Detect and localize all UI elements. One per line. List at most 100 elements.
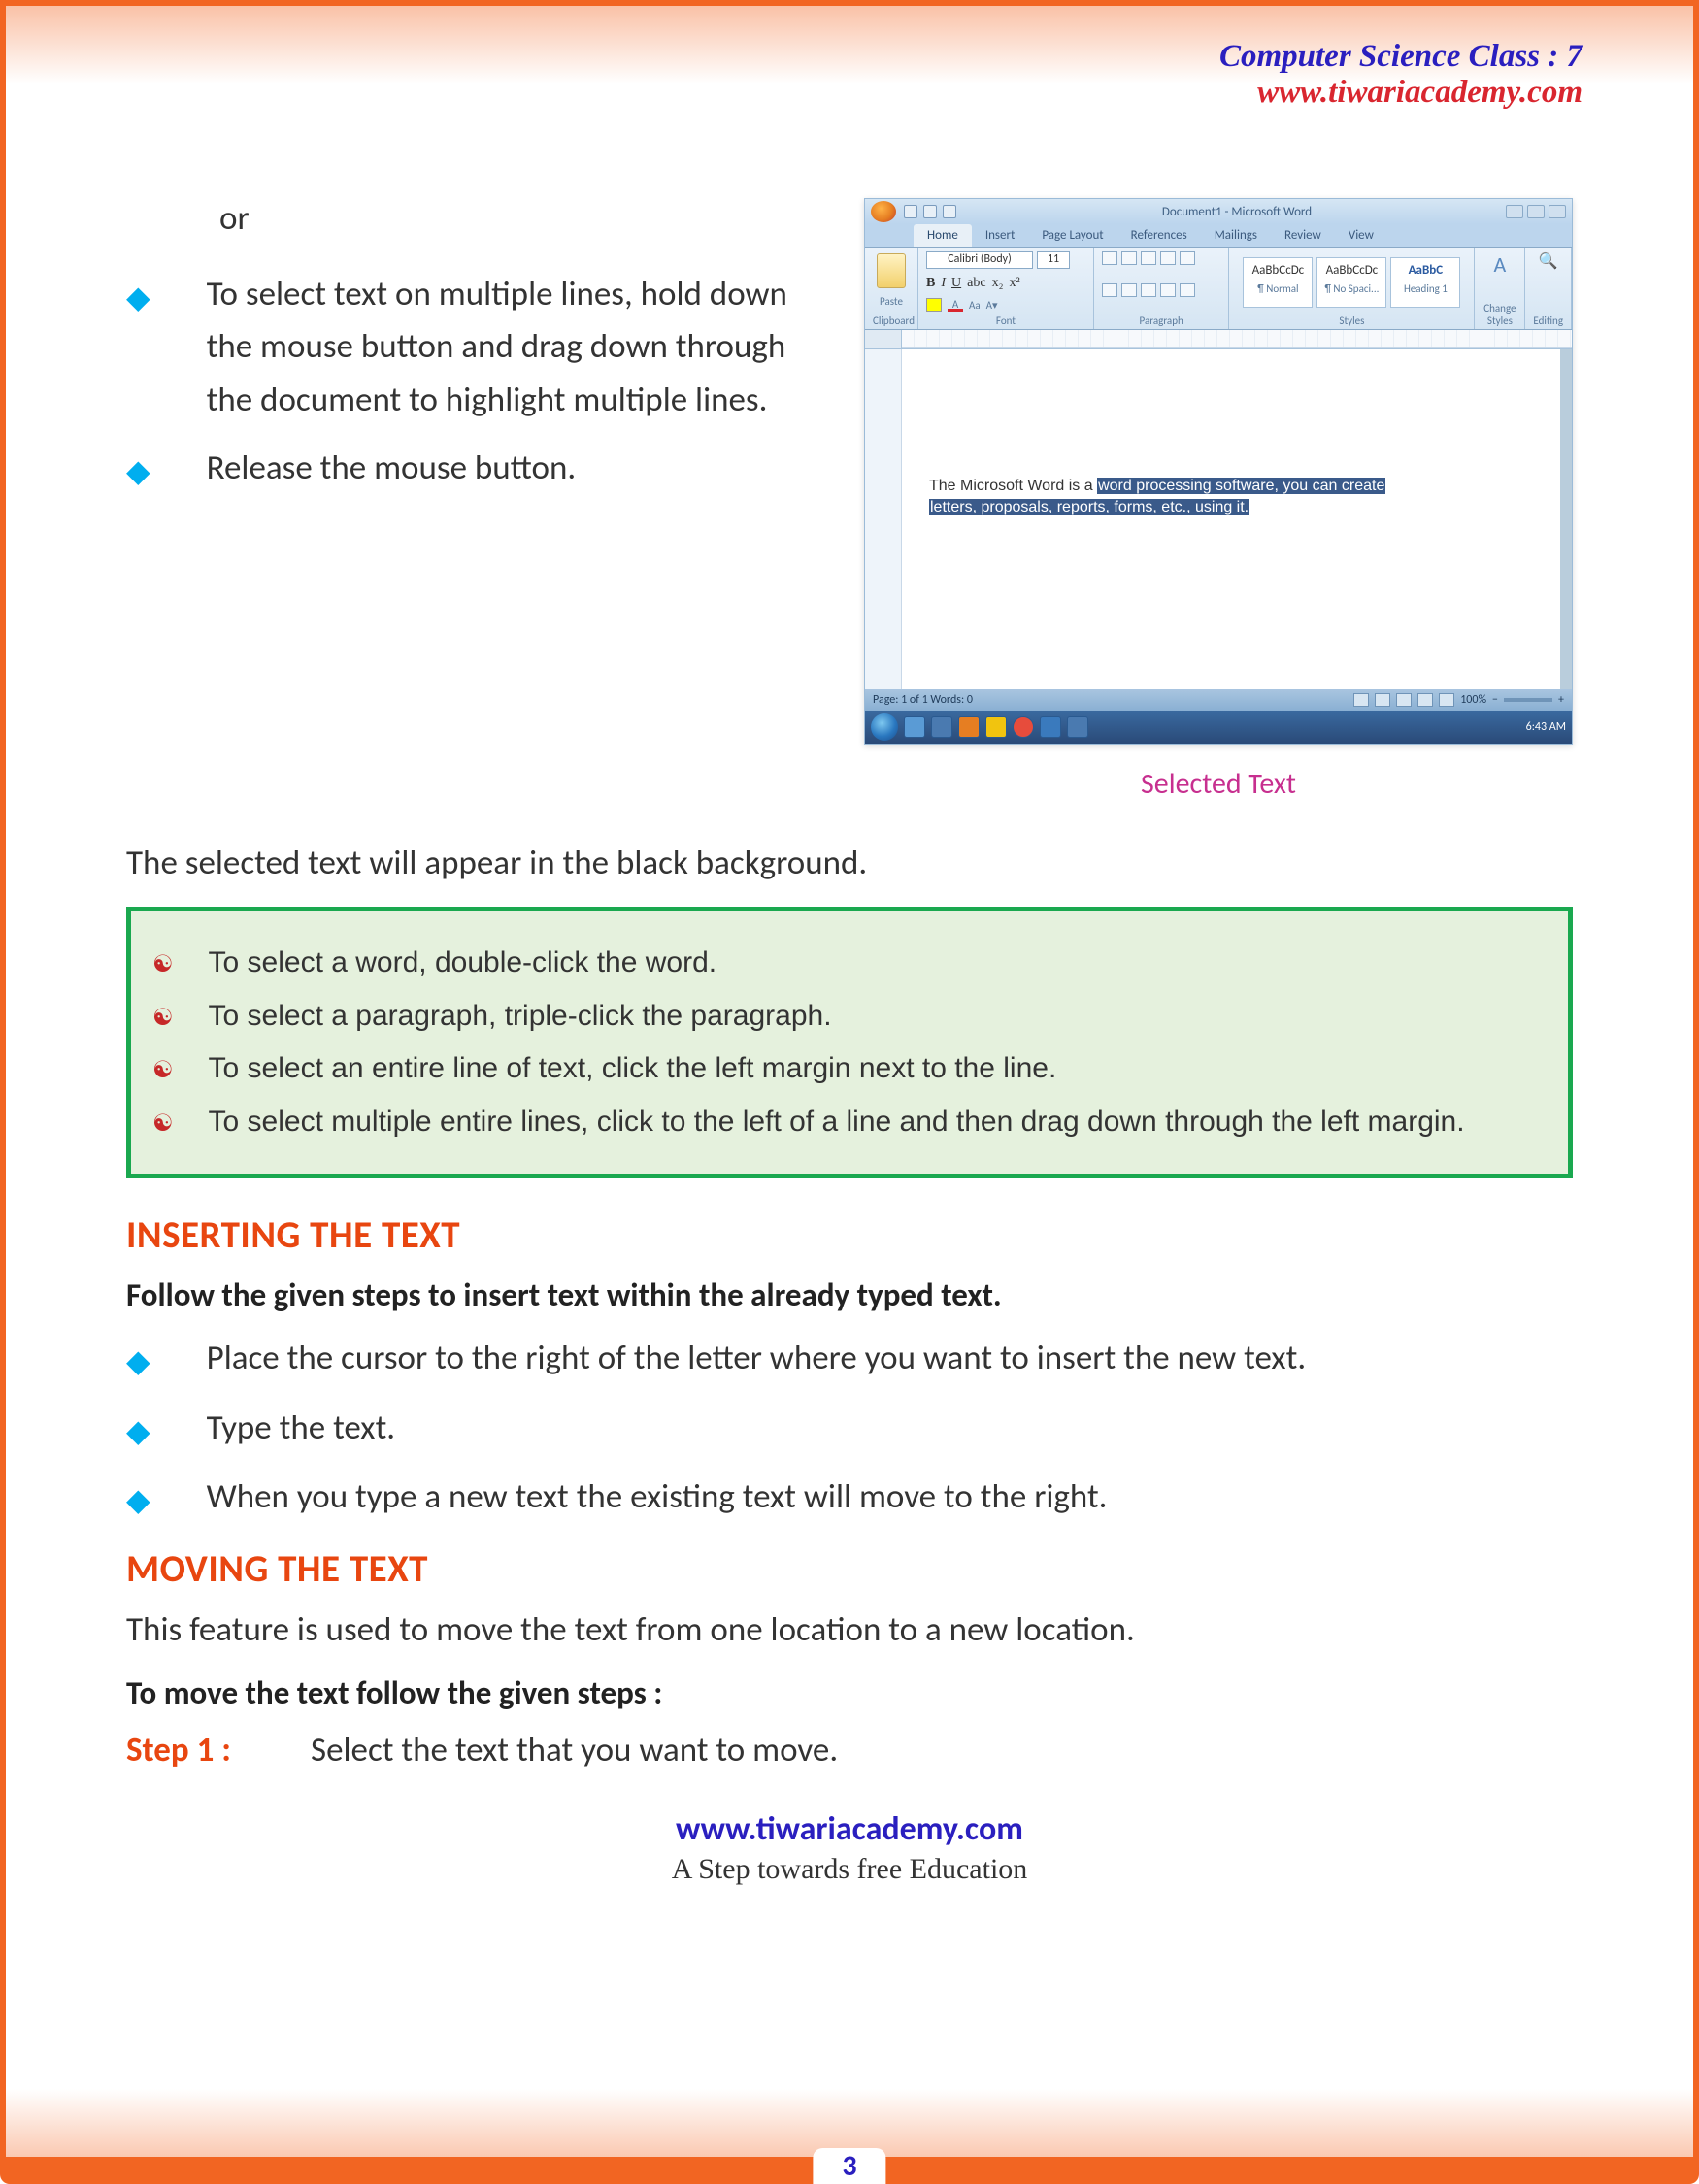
close-icon[interactable]: [1549, 205, 1566, 218]
word-icon[interactable]: [1040, 716, 1061, 738]
view-outline-icon[interactable]: [1417, 693, 1433, 707]
view-full-icon[interactable]: [1375, 693, 1390, 707]
document-area: The Microsoft Word is a word processing …: [865, 349, 1572, 689]
or-text: or: [219, 198, 835, 239]
section-heading-inserting: INSERTING THE TEXT: [126, 1212, 1573, 1258]
zoom-slider[interactable]: [1504, 698, 1552, 702]
italic-button[interactable]: I: [941, 276, 946, 291]
align-left-icon[interactable]: [1102, 283, 1117, 297]
bold-button[interactable]: B: [926, 276, 935, 291]
bullets-icon[interactable]: [1102, 251, 1117, 265]
document-page[interactable]: The Microsoft Word is a word processing …: [902, 349, 1560, 689]
change-styles-icon[interactable]: A: [1482, 251, 1516, 278]
font-style-row: B I U abc x₂ x²: [926, 276, 1085, 291]
class-title: Computer Science Class : 7: [126, 39, 1582, 75]
indent-dec-icon[interactable]: [1160, 251, 1176, 265]
office-button-icon[interactable]: [871, 201, 896, 222]
firefox-icon[interactable]: [958, 716, 980, 738]
font-color-icon[interactable]: A: [948, 298, 963, 312]
lead-text: Follow the given steps to insert text wi…: [126, 1275, 1573, 1314]
tip-item: ☯To select a word, double-click the word…: [152, 941, 1541, 986]
ribbon: Paste Clipboard Calibri (Body) 11 B I U …: [865, 248, 1572, 330]
group-change-styles[interactable]: A Change Styles: [1475, 248, 1525, 329]
superscript-button[interactable]: x²: [1009, 276, 1019, 291]
maximize-icon[interactable]: [1527, 205, 1545, 218]
tab-review[interactable]: Review: [1271, 224, 1335, 247]
paste-icon[interactable]: [877, 253, 906, 288]
align-center-icon[interactable]: [1121, 283, 1137, 297]
paragraph-text: The selected text will appear in the bla…: [126, 843, 1573, 883]
change-label: Change Styles: [1482, 302, 1516, 327]
status-left: Page: 1 of 1 Words: 0: [873, 693, 973, 707]
explorer-icon[interactable]: [931, 716, 952, 738]
start-button-icon[interactable]: [871, 713, 898, 741]
diamond-icon: ◆: [126, 1338, 150, 1386]
align-right-icon[interactable]: [1141, 283, 1156, 297]
page-number: 3: [813, 2148, 885, 2184]
ie-icon[interactable]: [904, 716, 925, 738]
style-nospacing[interactable]: AaBbCcDc¶ No Spaci...: [1316, 257, 1386, 308]
view-print-icon[interactable]: [1353, 693, 1369, 707]
subscript-button[interactable]: x₂: [992, 276, 1004, 291]
zoom-level: 100%: [1460, 693, 1486, 707]
multilevel-icon[interactable]: [1141, 251, 1156, 265]
tip-bullet-icon: ☯: [152, 1052, 174, 1088]
zoom-out-icon[interactable]: −: [1492, 693, 1498, 707]
clock: 6:43 AM: [1526, 720, 1566, 734]
tab-references[interactable]: References: [1117, 224, 1201, 247]
selected-text: word processing software, you can create: [1097, 478, 1385, 494]
tab-mailings[interactable]: Mailings: [1201, 224, 1271, 247]
bullet-text: To select text on multiple lines, hold d…: [207, 268, 835, 426]
chrome-icon[interactable]: [985, 716, 1007, 738]
right-column: Document1 - Microsoft Word Home Insert P…: [864, 198, 1573, 802]
zoom-in-icon[interactable]: +: [1558, 693, 1564, 707]
tip-item: ☯To select multiple entire lines, click …: [152, 1100, 1541, 1145]
window-buttons[interactable]: [1506, 205, 1566, 218]
section-heading-moving: MOVING THE TEXT: [126, 1546, 1573, 1592]
left-column: or ◆ To select text on multiple lines, h…: [126, 198, 835, 511]
list-item: ◆ To select text on multiple lines, hold…: [126, 268, 835, 426]
underline-button[interactable]: U: [951, 276, 961, 291]
style-heading1[interactable]: AaBbCHeading 1: [1390, 257, 1460, 308]
group-label: Styles: [1237, 314, 1466, 327]
numbering-icon[interactable]: [1121, 251, 1137, 265]
view-draft-icon[interactable]: [1439, 693, 1454, 707]
list-item: ◆When you type a new text the existing t…: [126, 1471, 1573, 1525]
font-name-combo[interactable]: Calibri (Body): [926, 251, 1033, 269]
figure-caption: Selected Text: [864, 766, 1573, 802]
view-web-icon[interactable]: [1396, 693, 1412, 707]
find-icon[interactable]: 🔍: [1533, 251, 1563, 271]
selected-text: letters, proposals, reports, forms, etc.…: [929, 499, 1249, 515]
group-paragraph: Paragraph: [1094, 248, 1229, 329]
step-text: Select the text that you want to move.: [311, 1730, 838, 1770]
tab-insert[interactable]: Insert: [972, 224, 1029, 247]
font-size-combo[interactable]: 11: [1037, 251, 1070, 269]
app-icon[interactable]: [1067, 716, 1088, 738]
list-item: ◆Place the cursor to the right of the le…: [126, 1332, 1573, 1386]
tip-bullet-icon: ☯: [152, 946, 174, 982]
group-label: Font: [926, 314, 1085, 327]
minimize-icon[interactable]: [1506, 205, 1523, 218]
tab-view[interactable]: View: [1335, 224, 1387, 247]
style-normal[interactable]: AaBbCcDc¶ Normal: [1243, 257, 1313, 308]
justify-icon[interactable]: [1160, 283, 1176, 297]
step-label: Step 1 :: [126, 1730, 311, 1770]
list-item: ◆ Release the mouse button.: [126, 442, 835, 496]
highlight-icon[interactable]: [926, 298, 942, 312]
line-spacing-icon[interactable]: [1180, 283, 1195, 297]
tab-page-layout[interactable]: Page Layout: [1028, 224, 1116, 247]
group-editing[interactable]: 🔍 Editing: [1525, 248, 1572, 329]
indent-inc-icon[interactable]: [1180, 251, 1195, 265]
bullet-text: Release the mouse button.: [207, 442, 835, 494]
group-clipboard: Paste Clipboard: [865, 248, 918, 329]
quick-access-toolbar[interactable]: [904, 205, 956, 218]
grow-font-icon[interactable]: Aa: [969, 299, 981, 312]
tip-item: ☯To select an entire line of text, click…: [152, 1046, 1541, 1092]
opera-icon[interactable]: [1013, 716, 1034, 738]
ribbon-tabs: Home Insert Page Layout References Maili…: [865, 224, 1572, 248]
case-icon[interactable]: A▾: [986, 299, 998, 312]
tab-home[interactable]: Home: [914, 224, 972, 247]
group-styles: AaBbCcDc¶ Normal AaBbCcDc¶ No Spaci... A…: [1229, 248, 1475, 329]
strike-button[interactable]: abc: [967, 276, 985, 291]
group-label: Paragraph: [1102, 314, 1220, 327]
